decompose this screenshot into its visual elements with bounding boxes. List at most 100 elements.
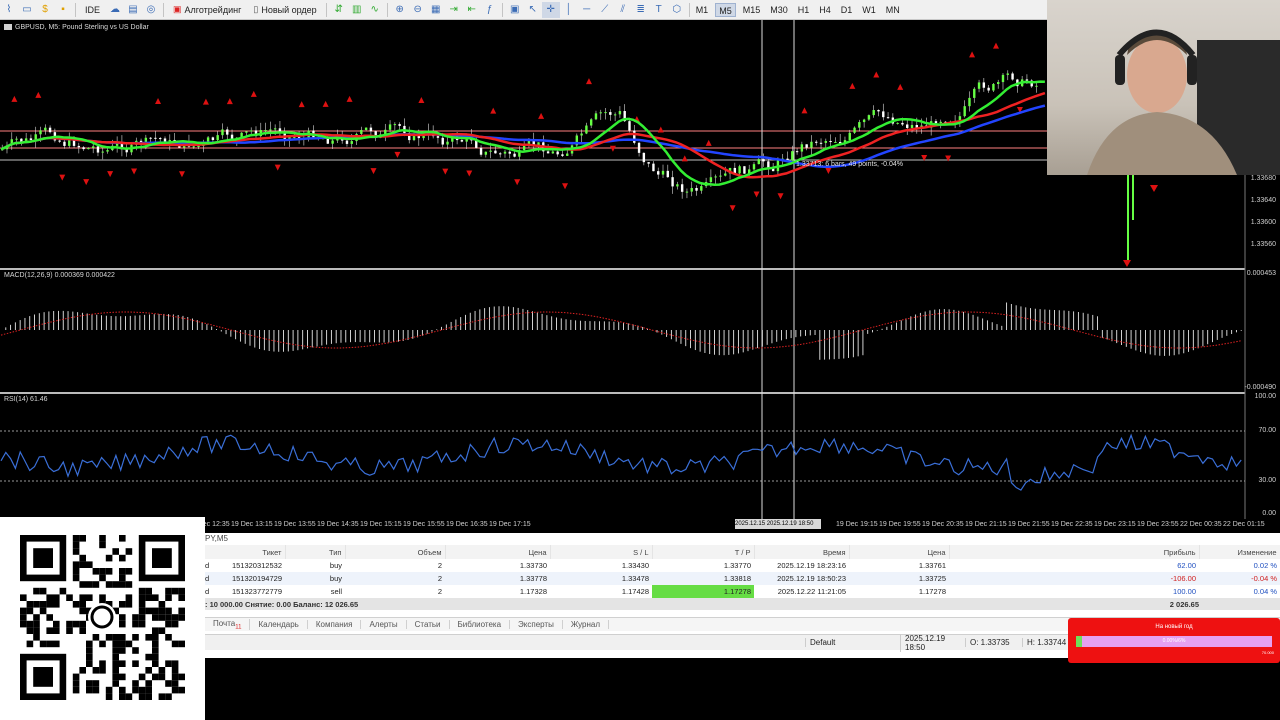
chart-shift-icon[interactable]: ⇤ — [463, 2, 481, 18]
qr-module — [26, 607, 34, 615]
timeframe-m1[interactable]: M1 — [693, 3, 712, 17]
dollar-icon[interactable]: $ — [36, 2, 54, 18]
candle — [436, 135, 440, 144]
position-row[interactable]: d 151323772779 sell 2 1.17328 1.17428 1.17278 2… — [205, 585, 1280, 598]
qr-module — [86, 640, 93, 648]
fractal-arrow — [897, 83, 904, 90]
qr-module — [125, 601, 133, 608]
globe-icon[interactable]: ◎ — [142, 2, 160, 18]
candle — [642, 152, 646, 166]
tab-4[interactable]: Статьи — [407, 620, 450, 629]
candle — [685, 188, 689, 199]
vertical-line-icon[interactable]: │ — [560, 2, 578, 18]
cell-type: buy — [285, 572, 345, 585]
qr-module — [72, 620, 80, 628]
qr-module — [112, 634, 119, 641]
ide-button[interactable]: IDE — [79, 2, 106, 18]
fractal-arrow — [969, 51, 976, 58]
qr-module — [119, 574, 126, 582]
tab-5[interactable]: Библиотека — [450, 620, 511, 629]
bar-chart-icon[interactable]: ▥ — [348, 2, 366, 18]
position-row[interactable]: d 151320194729 buy 2 1.33778 1.33478 1.33818 20… — [205, 572, 1280, 585]
column-header[interactable]: Тип — [285, 545, 346, 559]
tab-2[interactable]: Компания — [308, 620, 362, 629]
crosshair-icon[interactable]: ✛ — [541, 1, 560, 18]
qr-module — [152, 653, 159, 661]
templates-icon[interactable]: ▭ — [18, 2, 36, 18]
qr-module — [165, 660, 172, 667]
new-order-button[interactable]: ▯ Новый ордер — [247, 2, 322, 18]
line-chart-icon[interactable]: ∿ — [366, 2, 384, 18]
screenshot-icon[interactable]: ▣ — [506, 2, 524, 18]
qr-module — [79, 554, 86, 562]
depth-icon[interactable]: ⇵ — [330, 2, 348, 18]
fibonacci-icon[interactable]: ≣ — [632, 2, 650, 18]
time-label: 19 Dec 15:55 — [403, 521, 445, 528]
grid-icon[interactable]: ▦ — [427, 2, 445, 18]
tab-3[interactable]: Алерты — [361, 620, 407, 629]
cursor-icon[interactable]: ↖ — [524, 2, 542, 18]
tab-1[interactable]: Календарь — [250, 620, 308, 629]
qr-module — [105, 554, 113, 562]
shapes-icon[interactable]: ⬡ — [668, 2, 686, 18]
column-header[interactable]: Цена — [849, 545, 950, 559]
candle — [254, 126, 258, 140]
pane-separator[interactable] — [0, 268, 1245, 270]
zoom-in-icon[interactable]: ⊕ — [391, 2, 409, 18]
column-header[interactable]: Изменение — [1199, 545, 1280, 559]
qr-module — [99, 535, 106, 542]
candle — [690, 181, 693, 197]
qr-module — [178, 614, 185, 621]
timeframe-h4[interactable]: H4 — [816, 3, 834, 17]
column-header[interactable]: Тикет — [205, 545, 286, 559]
timeframe-w1[interactable]: W1 — [859, 3, 879, 17]
chart-type-icon[interactable]: ⌇ — [0, 2, 18, 18]
candle — [82, 146, 85, 151]
timeframe-d1[interactable]: D1 — [838, 3, 856, 17]
candle — [585, 122, 588, 135]
ma-green-line — [0, 80, 1045, 186]
column-header[interactable]: Время — [754, 545, 850, 559]
lock-icon[interactable]: ▪ — [54, 2, 72, 18]
separator — [688, 2, 690, 17]
timeframe-m30[interactable]: M30 — [767, 3, 791, 17]
horizontal-line-icon[interactable]: ─ — [578, 2, 596, 18]
column-header[interactable]: Цена — [445, 545, 551, 559]
qr-module — [119, 686, 126, 694]
trendline-icon[interactable]: ⟋ — [596, 2, 614, 18]
autoscroll-icon[interactable]: ⇥ — [445, 2, 463, 18]
row-prefix: d — [205, 561, 210, 570]
qr-module — [119, 634, 126, 641]
market-icon[interactable]: ▤ — [124, 2, 142, 18]
timeframe-mn[interactable]: MN — [883, 3, 903, 17]
cell-ticket: d 151323772779 — [205, 585, 285, 598]
qr-module — [119, 568, 126, 575]
timeframe-m15[interactable]: M15 — [740, 3, 764, 17]
tab-6[interactable]: Эксперты — [510, 620, 563, 629]
timeframe-selector: M1 M5 M15 M30 H1 H4 D1 W1 MN — [693, 2, 903, 17]
timeframe-h1[interactable]: H1 — [795, 3, 813, 17]
goal-progress-bar: 0.00%/6% — [1076, 636, 1272, 647]
column-header[interactable]: S / L — [550, 545, 653, 559]
time-label: 19 Dec 21:55 — [1008, 521, 1050, 528]
channel-icon[interactable]: ⫽ — [614, 2, 632, 18]
position-row[interactable]: d 151320312532 buy 2 1.33730 1.33430 1.33770 20… — [205, 559, 1280, 572]
cloud-icon[interactable]: ☁ — [106, 2, 124, 18]
qr-module — [66, 620, 73, 628]
zoom-out-icon[interactable]: ⊖ — [409, 2, 427, 18]
pane-separator[interactable] — [0, 392, 1245, 394]
tab-0[interactable]: Почта11 — [205, 618, 251, 631]
text-icon[interactable]: T — [650, 2, 668, 18]
qr-module — [119, 640, 126, 648]
fractal-arrow — [585, 78, 592, 85]
tab-7[interactable]: Журнал — [563, 620, 610, 629]
column-header[interactable]: Прибыль — [949, 545, 1200, 559]
qr-module — [46, 601, 53, 608]
column-header[interactable]: T / P — [652, 545, 755, 559]
tab-label: Журнал — [570, 620, 601, 629]
column-header[interactable]: Объем — [345, 545, 446, 559]
timeframe-m5[interactable]: M5 — [715, 2, 736, 17]
candle — [508, 149, 511, 159]
indicators-icon[interactable]: ƒ — [481, 2, 499, 18]
algo-trading-button[interactable]: ▣ Алготрейдинг — [167, 2, 247, 18]
